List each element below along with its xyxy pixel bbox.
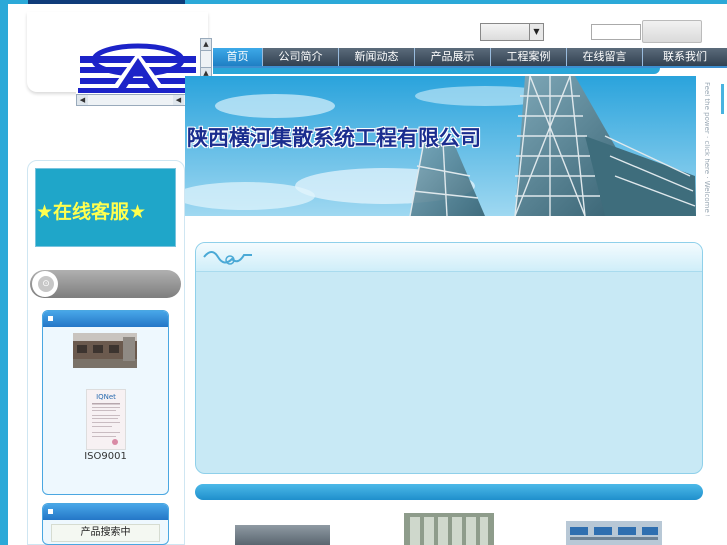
scroll-up-icon[interactable]: ▲ [201,39,211,51]
product-image-1[interactable] [235,525,330,545]
product-search-panel: 产品搜索中 [42,503,169,545]
nav-underline [213,68,660,74]
main-navigation: 首页 公司简介 新闻动态 产品展示 工程案例 在线留言 联系我们 [213,48,727,68]
product-image-2[interactable] [404,513,494,545]
banner-tagline: Feel the power · click here · Welcome to… [703,82,710,216]
nav-item-contact[interactable]: 联系我们 [643,48,727,66]
iso9001-certificate-image[interactable]: IQNet [86,389,126,450]
wave-ornament-icon [203,251,252,265]
product-image-3[interactable] [566,521,662,545]
main-content-panel [195,242,703,474]
online-service-label: ★在线客服★ [36,201,147,223]
nav-item-cases[interactable]: 工程案例 [491,48,567,66]
search-icon: ⊙ [38,276,54,292]
svg-text:IQNet: IQNet [96,393,116,401]
products-section-header [195,484,703,500]
search-button[interactable] [642,20,702,43]
main-content-header [196,243,702,272]
nav-item-news[interactable]: 新闻动态 [339,48,415,66]
product-search-label[interactable]: 产品搜索中 [51,524,160,542]
banner-accent-mark [721,84,724,114]
scroll-left-icon[interactable]: ◀ [77,95,88,105]
nav-item-message[interactable]: 在线留言 [567,48,643,66]
circle-badge-icon: ⊙ [32,271,58,297]
product-search-panel-header [43,504,168,520]
hero-banner: 陕西横河集散系统工程有限公司 [185,76,696,216]
search-input[interactable] [591,24,641,40]
nav-item-about[interactable]: 公司简介 [263,48,339,66]
bullet-icon [48,316,53,321]
sidebar-section-header: ⊙ [30,270,181,298]
company-title: 陕西横河集散系统工程有限公司 [187,125,481,150]
scroll-left-icon[interactable]: ◀ [173,95,184,105]
chevron-down-icon[interactable]: ▼ [529,24,543,40]
bullet-icon [48,509,53,514]
certificate-caption: ISO9001 [84,451,127,462]
certificate-panel-header [43,311,168,327]
factory-photo[interactable] [73,333,137,368]
category-select[interactable]: ▼ [480,23,544,41]
online-service-box[interactable]: ★在线客服★ [35,168,176,247]
company-logo [76,38,200,94]
left-accent-stripe [0,0,8,545]
nav-item-products[interactable]: 产品展示 [415,48,491,66]
nav-item-home[interactable]: 首页 [213,48,263,66]
